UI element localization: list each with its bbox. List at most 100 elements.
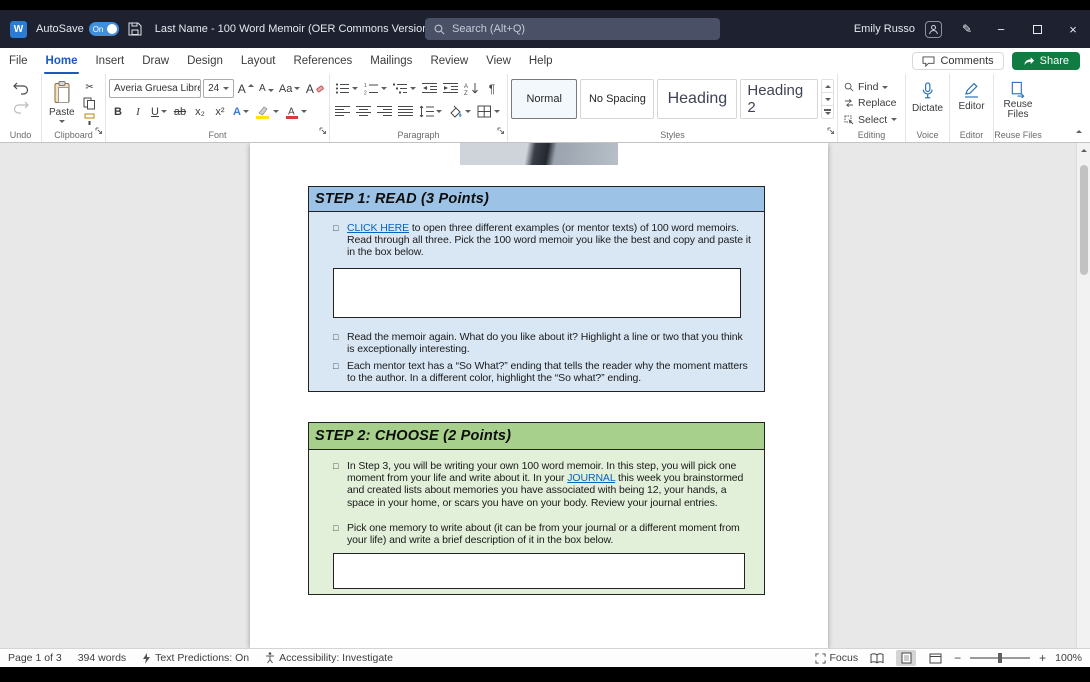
tab-layout[interactable]: Layout — [232, 48, 285, 74]
focus-mode-button[interactable]: Focus — [815, 652, 859, 664]
style-heading[interactable]: Heading — [657, 79, 737, 119]
tab-design[interactable]: Design — [178, 48, 232, 74]
align-left-button[interactable] — [333, 102, 352, 121]
change-case-button[interactable]: Aa — [277, 79, 301, 98]
undo-button[interactable] — [11, 79, 31, 98]
dictate-button[interactable]: Dictate — [908, 79, 947, 116]
styles-scroll-down-button[interactable] — [822, 93, 833, 106]
style-no-spacing[interactable]: No Spacing — [580, 79, 654, 119]
page-indicator[interactable]: Page 1 of 3 — [8, 652, 62, 664]
line-spacing-button[interactable] — [417, 102, 444, 121]
styles-dialog-launcher[interactable] — [827, 122, 835, 140]
clear-formatting-button[interactable]: A — [304, 79, 326, 98]
maximize-button[interactable] — [1020, 10, 1054, 48]
tab-mailings[interactable]: Mailings — [361, 48, 421, 74]
zoom-slider-thumb[interactable] — [998, 653, 1002, 663]
close-button[interactable]: × — [1056, 10, 1090, 48]
align-center-button[interactable] — [354, 102, 373, 121]
print-layout-button[interactable] — [896, 650, 916, 666]
strikethrough-button[interactable]: ab — [171, 102, 189, 121]
tab-draw[interactable]: Draw — [133, 48, 178, 74]
avatar[interactable] — [925, 21, 942, 38]
style-normal[interactable]: Normal — [511, 79, 577, 119]
tab-help[interactable]: Help — [520, 48, 562, 74]
subscript-button[interactable]: x₂ — [191, 102, 209, 121]
bullets-button[interactable] — [333, 79, 360, 98]
superscript-button[interactable]: x² — [211, 102, 229, 121]
tab-home[interactable]: Home — [37, 48, 87, 74]
pen-icon[interactable]: ✎ — [962, 22, 972, 36]
clipboard-dialog-launcher[interactable] — [95, 122, 103, 140]
find-button[interactable]: Find — [844, 79, 902, 95]
font-dialog-launcher[interactable] — [319, 122, 327, 140]
styles-more-button[interactable] — [822, 106, 833, 118]
increase-indent-button[interactable] — [441, 79, 460, 98]
editor-button[interactable]: Editor — [954, 79, 988, 114]
reuse-files-button[interactable]: Reuse Files — [997, 79, 1039, 122]
zoom-in-button[interactable]: + — [1039, 651, 1046, 665]
tab-review[interactable]: Review — [421, 48, 477, 74]
styles-scroll-up-button[interactable] — [822, 80, 833, 93]
word-count[interactable]: 394 words — [78, 652, 126, 664]
scrollbar-thumb[interactable] — [1080, 165, 1088, 275]
style-heading-2[interactable]: Heading 2 — [740, 79, 818, 119]
tab-insert[interactable]: Insert — [86, 48, 133, 74]
copy-button[interactable] — [81, 97, 99, 110]
redo-button[interactable] — [11, 98, 31, 117]
web-layout-button[interactable] — [925, 650, 945, 666]
grow-font-button[interactable]: A — [236, 79, 255, 98]
read-mode-button[interactable] — [867, 650, 887, 666]
user-name[interactable]: Emily Russo — [854, 23, 915, 35]
sort-button[interactable]: AZ — [462, 79, 481, 98]
minimize-button[interactable]: − — [984, 10, 1018, 48]
collapse-ribbon-button[interactable] — [1076, 120, 1082, 138]
tab-file[interactable]: File — [0, 48, 37, 74]
show-paragraph-marks-button[interactable]: ¶ — [483, 79, 501, 98]
underline-button[interactable]: U — [149, 102, 169, 121]
font-color-button[interactable]: A — [283, 102, 309, 121]
borders-button[interactable] — [475, 102, 502, 121]
tab-view[interactable]: View — [477, 48, 520, 74]
comments-button[interactable]: Comments — [912, 52, 1003, 70]
select-button[interactable]: Select — [844, 112, 902, 128]
zoom-level[interactable]: 100% — [1055, 652, 1082, 664]
tab-references[interactable]: References — [284, 48, 361, 74]
bold-button[interactable]: B — [109, 102, 127, 121]
align-right-button[interactable] — [375, 102, 394, 121]
memory-description-box[interactable] — [333, 553, 745, 589]
autosave-toggle[interactable]: On — [89, 22, 119, 36]
decrease-indent-button[interactable] — [420, 79, 439, 98]
highlight-color-button[interactable] — [253, 102, 281, 121]
paste-button[interactable]: Paste — [45, 79, 79, 125]
multilevel-list-button[interactable] — [391, 79, 418, 98]
journal-link[interactable]: JOURNAL — [567, 472, 615, 484]
shrink-font-button[interactable]: A — [257, 79, 275, 98]
justify-button[interactable] — [396, 102, 415, 121]
memoir-paste-box[interactable] — [333, 268, 741, 318]
cut-button[interactable]: ✂ — [81, 81, 99, 94]
step2-body[interactable]: In Step 3, you will be writing your own … — [308, 450, 765, 595]
zoom-slider[interactable] — [970, 657, 1030, 659]
accessibility-checker[interactable]: Accessibility: Investigate — [265, 652, 393, 664]
step1-header[interactable]: STEP 1: READ (3 Points) — [308, 186, 765, 212]
share-button[interactable]: Share — [1012, 52, 1080, 70]
document-page[interactable]: STEP 1: READ (3 Points) CLICK HERE to op… — [250, 143, 828, 648]
text-predictions-indicator[interactable]: Text Predictions: On — [142, 652, 249, 664]
font-size-select[interactable]: 24 — [203, 79, 234, 98]
font-family-select[interactable]: Averia Gruesa Libre — [109, 79, 201, 98]
replace-button[interactable]: Replace — [844, 95, 902, 111]
zoom-out-button[interactable]: − — [954, 651, 961, 665]
text-effects-button[interactable]: A — [231, 102, 251, 121]
italic-button[interactable]: I — [129, 102, 147, 121]
numbering-button[interactable]: 12 — [362, 79, 389, 98]
click-here-link[interactable]: CLICK HERE — [347, 222, 409, 234]
paragraph-dialog-launcher[interactable] — [497, 122, 505, 140]
document-image[interactable] — [460, 143, 618, 165]
search-input[interactable]: Search (Alt+Q) — [425, 18, 720, 40]
step1-body[interactable]: CLICK HERE to open three different examp… — [308, 212, 765, 392]
scroll-up-arrow-icon[interactable] — [1081, 149, 1087, 152]
shading-button[interactable] — [446, 102, 473, 121]
vertical-scrollbar[interactable] — [1076, 143, 1090, 648]
save-button[interactable] — [128, 22, 142, 36]
step2-header[interactable]: STEP 2: CHOOSE (2 Points) — [308, 422, 765, 450]
